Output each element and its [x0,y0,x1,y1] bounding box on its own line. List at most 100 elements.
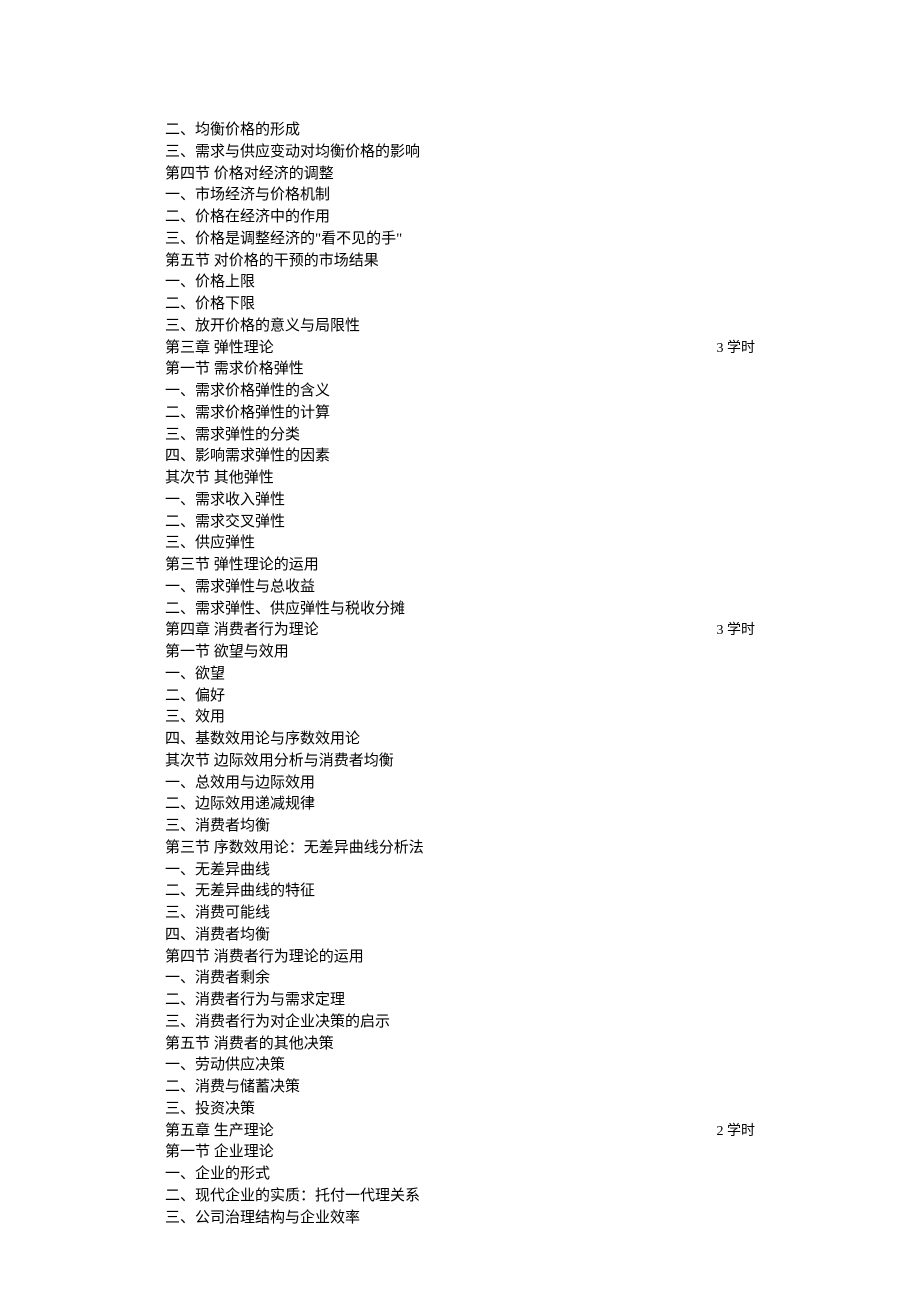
outline-line: 一、价格上限 [165,272,755,294]
outline-text: 二、无差异曲线的特征 [165,881,315,903]
outline-text: 二、需求弹性、供应弹性与税收分摊 [165,599,405,621]
outline-text: 一、需求弹性与总收益 [165,577,315,599]
outline-line: 第一节 需求价格弹性 [165,359,755,381]
outline-text: 三、公司治理结构与企业效率 [165,1208,360,1230]
outline-text: 第四节 消费者行为理论的运用 [165,947,364,969]
outline-text: 二、均衡价格的形成 [165,120,300,142]
outline-line: 一、无差异曲线 [165,860,755,882]
hours-label: 3 学时 [697,621,756,641]
outline-text: 一、企业的形式 [165,1164,270,1186]
outline-text: 一、劳动供应决策 [165,1055,285,1077]
outline-text: 一、市场经济与价格机制 [165,185,330,207]
outline-line: 二、均衡价格的形成 [165,120,755,142]
outline-text: 一、总效用与边际效用 [165,773,315,795]
outline-text: 四、消费者均衡 [165,925,270,947]
outline-text: 四、基数效用论与序数效用论 [165,729,360,751]
outline-text: 第一节 欲望与效用 [165,642,289,664]
outline-text: 其次节 其他弹性 [165,468,274,490]
outline-text: 第三节 序数效用论：无差异曲线分析法 [165,838,424,860]
outline-line: 三、消费可能线 [165,903,755,925]
outline-line: 三、消费者行为对企业决策的启示 [165,1012,755,1034]
outline-text: 一、价格上限 [165,272,255,294]
outline-text: 第四章 消费者行为理论 [165,620,319,642]
outline-line: 第三章 弹性理论 3 学时 [165,338,755,360]
outline-line: 二、价格在经济中的作用 [165,207,755,229]
outline-line: 第三节 序数效用论：无差异曲线分析法 [165,838,755,860]
outline-line: 二、边际效用递减规律 [165,794,755,816]
outline-text: 二、边际效用递减规律 [165,794,315,816]
outline-line: 一、欲望 [165,664,755,686]
outline-line: 二、无差异曲线的特征 [165,881,755,903]
outline-line: 二、需求交叉弹性 [165,512,755,534]
outline-line: 四、基数效用论与序数效用论 [165,729,755,751]
outline-text: 其次节 边际效用分析与消费者均衡 [165,751,394,773]
outline-text: 三、投资决策 [165,1099,255,1121]
outline-text: 三、需求与供应变动对均衡价格的影响 [165,142,420,164]
outline-text: 第一节 企业理论 [165,1142,274,1164]
outline-line: 第五节 对价格的干预的市场结果 [165,251,755,273]
outline-line: 一、需求收入弹性 [165,490,755,512]
outline-text: 三、价格是调整经济的"看不见的手" [165,229,402,251]
outline-text: 二、价格下限 [165,294,255,316]
outline-text: 一、消费者剩余 [165,968,270,990]
outline-line: 一、企业的形式 [165,1164,755,1186]
outline-line: 二、需求价格弹性的计算 [165,403,755,425]
outline-line: 三、消费者均衡 [165,816,755,838]
outline-text: 二、需求价格弹性的计算 [165,403,330,425]
outline-text: 三、供应弹性 [165,533,255,555]
outline-line: 第四节 价格对经济的调整 [165,164,755,186]
outline-line: 二、价格下限 [165,294,755,316]
outline-line: 二、现代企业的实质：托付一代理关系 [165,1186,755,1208]
outline-text: 二、偏好 [165,686,225,708]
outline-text: 第五节 对价格的干预的市场结果 [165,251,379,273]
outline-text: 一、无差异曲线 [165,860,270,882]
outline-line: 第五章 生产理论 2 学时 [165,1121,755,1143]
outline-line: 一、需求价格弹性的含义 [165,381,755,403]
outline-line: 第四章 消费者行为理论 3 学时 [165,620,755,642]
outline-line: 一、需求弹性与总收益 [165,577,755,599]
hours-label: 3 学时 [697,339,756,359]
outline-line: 第一节 欲望与效用 [165,642,755,664]
outline-line: 一、消费者剩余 [165,968,755,990]
outline-text: 三、效用 [165,707,225,729]
outline-text: 第三节 弹性理论的运用 [165,555,319,577]
outline-text: 第三章 弹性理论 [165,338,274,360]
outline-text: 第四节 价格对经济的调整 [165,164,334,186]
outline-text: 一、需求价格弹性的含义 [165,381,330,403]
outline-line: 二、需求弹性、供应弹性与税收分摊 [165,599,755,621]
outline-text: 一、需求收入弹性 [165,490,285,512]
outline-text: 二、价格在经济中的作用 [165,207,330,229]
outline-line: 一、总效用与边际效用 [165,773,755,795]
outline-line: 三、需求与供应变动对均衡价格的影响 [165,142,755,164]
outline-text: 第一节 需求价格弹性 [165,359,304,381]
outline-line: 三、效用 [165,707,755,729]
outline-text: 三、消费者均衡 [165,816,270,838]
outline-text: 二、现代企业的实质：托付一代理关系 [165,1186,420,1208]
outline-text: 三、消费可能线 [165,903,270,925]
outline-text: 一、欲望 [165,664,225,686]
outline-text: 三、消费者行为对企业决策的启示 [165,1012,390,1034]
outline-line: 三、公司治理结构与企业效率 [165,1208,755,1230]
outline-text: 第五节 消费者的其他决策 [165,1034,334,1056]
outline-text: 第五章 生产理论 [165,1121,274,1143]
hours-label: 2 学时 [697,1122,756,1142]
outline-line: 第五节 消费者的其他决策 [165,1034,755,1056]
outline-line: 四、消费者均衡 [165,925,755,947]
outline-line: 第四节 消费者行为理论的运用 [165,947,755,969]
outline-line: 四、影响需求弹性的因素 [165,446,755,468]
outline-line: 二、偏好 [165,686,755,708]
outline-line: 一、市场经济与价格机制 [165,185,755,207]
outline-line: 其次节 边际效用分析与消费者均衡 [165,751,755,773]
outline-line: 第一节 企业理论 [165,1142,755,1164]
outline-line: 一、劳动供应决策 [165,1055,755,1077]
outline-line: 三、供应弹性 [165,533,755,555]
outline-line: 其次节 其他弹性 [165,468,755,490]
outline-line: 三、放开价格的意义与局限性 [165,316,755,338]
outline-text: 二、消费与储蓄决策 [165,1077,300,1099]
outline-text: 三、需求弹性的分类 [165,425,300,447]
outline-text: 四、影响需求弹性的因素 [165,446,330,468]
outline-text: 三、放开价格的意义与局限性 [165,316,360,338]
outline-line: 三、价格是调整经济的"看不见的手" [165,229,755,251]
outline-text: 二、消费者行为与需求定理 [165,990,345,1012]
outline-line: 三、需求弹性的分类 [165,425,755,447]
